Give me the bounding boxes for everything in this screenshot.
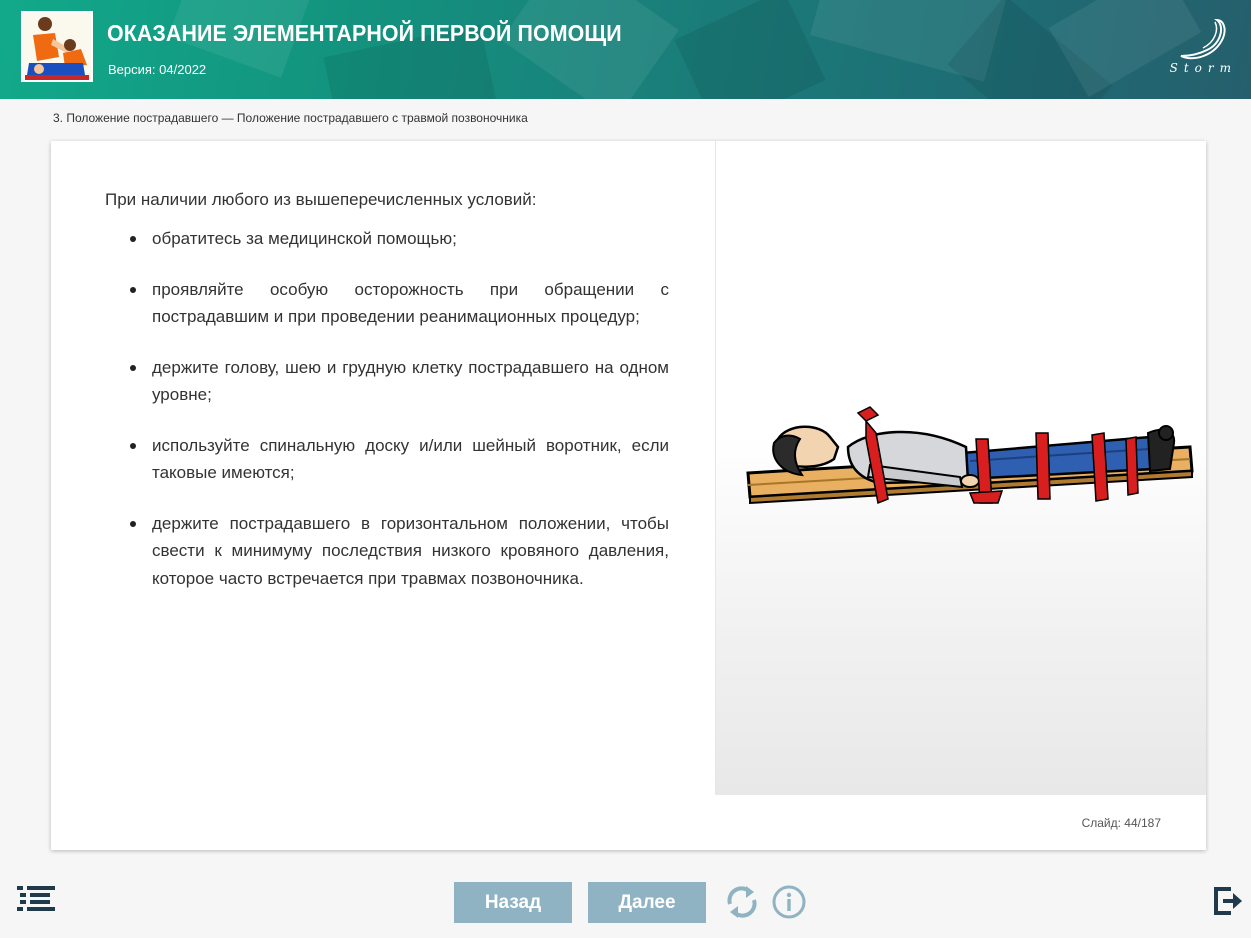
slide-card: При наличии любого из вышеперечисленных … bbox=[51, 141, 1206, 850]
slide-counter-value: 44/187 bbox=[1124, 816, 1161, 830]
course-title: ОКАЗАНИЕ ЭЛЕМЕНТАРНОЙ ПЕРВОЙ ПОМОЩИ bbox=[107, 20, 622, 46]
reload-icon[interactable] bbox=[722, 882, 762, 922]
app-header: ОКАЗАНИЕ ЭЛЕМЕНТАРНОЙ ПЕРВОЙ ПОМОЩИ Верс… bbox=[0, 0, 1251, 99]
course-version: Версия: 04/2022 bbox=[108, 62, 207, 77]
list-item: используйте спинальную доску и/или шейны… bbox=[105, 432, 669, 487]
slide-intro: При наличии любого из вышеперечисленных … bbox=[105, 190, 537, 209]
list-item: держите голову, шею и грудную клетку пос… bbox=[105, 354, 669, 409]
exit-icon[interactable] bbox=[1213, 886, 1243, 916]
list-item: обратитесь за медицинской помощью; bbox=[105, 225, 669, 253]
info-icon[interactable] bbox=[771, 884, 807, 920]
list-item: проявляйте особую осторожность при обращ… bbox=[105, 276, 669, 331]
list-item: держите пострадавшего в горизонтальном п… bbox=[105, 510, 669, 593]
next-button[interactable]: Далее bbox=[588, 882, 706, 923]
back-button[interactable]: Назад bbox=[454, 882, 572, 923]
slide-image-panel bbox=[715, 141, 1206, 795]
breadcrumb: 3. Положение пострадавшего — Положение п… bbox=[53, 111, 528, 125]
spinal-board-illustration bbox=[746, 406, 1194, 505]
slide-counter: Слайд: 44/187 bbox=[1082, 816, 1161, 830]
bullet-list: обратитесь за медицинской помощью; прояв… bbox=[105, 225, 669, 592]
course-thumbnail bbox=[21, 11, 93, 82]
slide-counter-label: Слайд: bbox=[1081, 816, 1121, 830]
storm-logo-text: Storm bbox=[1169, 61, 1237, 75]
first-aid-cpr-thumbnail-icon bbox=[23, 13, 91, 80]
slide-text-panel: При наличии любого из вышеперечисленных … bbox=[105, 187, 669, 615]
list-menu-icon[interactable] bbox=[17, 886, 55, 912]
